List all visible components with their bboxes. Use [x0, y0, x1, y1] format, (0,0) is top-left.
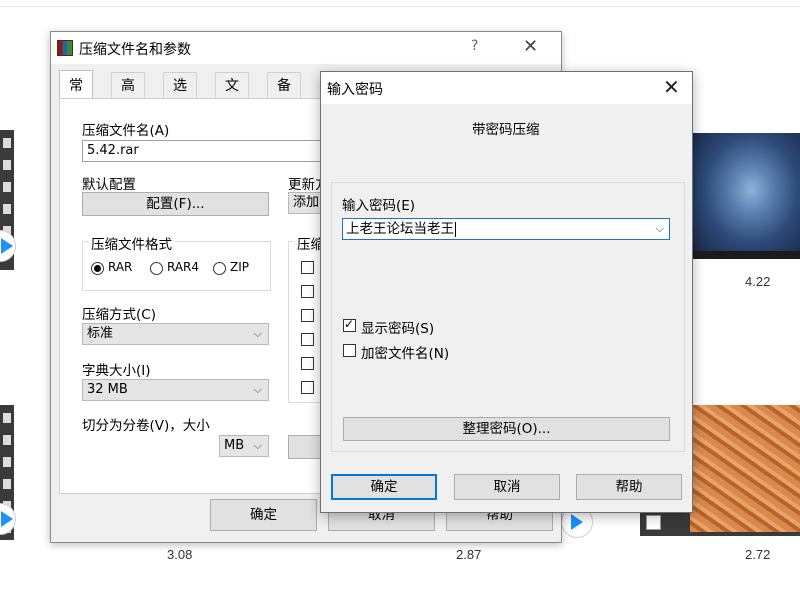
dialog-titlebar[interactable]: 压缩文件名和参数 ? ✕: [51, 32, 561, 64]
dictionary-size-select[interactable]: 32 MB ⌵: [82, 379, 269, 401]
default-profile-label: 默认配置: [82, 177, 136, 193]
format-rar4-label: RAR4: [167, 260, 200, 274]
option-checkbox-3[interactable]: [301, 309, 314, 322]
chevron-down-icon: ⌵: [253, 439, 262, 452]
show-password-label: 显示密码(S): [361, 321, 435, 337]
option-checkbox-4[interactable]: [301, 333, 314, 346]
split-volumes-label: 切分为分卷(V)，大小: [82, 418, 210, 434]
password-dialog-titlebar[interactable]: 输入密码 ✕: [321, 72, 692, 104]
thumbnail-label-2-87: 2.87: [456, 547, 482, 562]
help-icon[interactable]: ?: [471, 38, 478, 54]
organize-passwords-button[interactable]: 整理密码(O)...: [343, 417, 670, 441]
main-ok-button[interactable]: 确定: [210, 499, 317, 531]
tab-advanced[interactable]: 高级: [111, 72, 145, 120]
encrypt-file-names-label: 加密文件名(N): [361, 346, 450, 362]
format-zip-radio[interactable]: [213, 262, 226, 275]
video-thumbnail-2-72[interactable]: [690, 405, 800, 532]
thumbnail-label-3-08: 3.08: [167, 547, 193, 562]
password-cancel-button[interactable]: 取消: [454, 474, 560, 500]
format-rar-label: RAR: [108, 260, 133, 274]
password-help-button[interactable]: 帮助: [576, 474, 682, 500]
format-rar-radio[interactable]: [91, 262, 104, 275]
password-ok-button[interactable]: 确定: [331, 474, 437, 500]
enter-password-dialog: 输入密码 ✕ 带密码压缩 输入密码(E) 上老王论坛当老王 ⌵ 显示密码(S) …: [320, 71, 693, 513]
compression-method-value: 标准: [87, 326, 114, 341]
tab-backup[interactable]: 备份: [267, 72, 301, 120]
show-password-checkbox[interactable]: [343, 317, 356, 332]
split-unit-select[interactable]: MB ⌵: [219, 435, 269, 457]
video-thumbnail-4-22[interactable]: [692, 133, 800, 259]
format-rar4-radio[interactable]: [150, 262, 163, 275]
password-dialog-heading: 带密码压缩: [472, 122, 540, 138]
split-unit-value: MB: [224, 438, 245, 453]
profiles-button[interactable]: 配置(F)...: [82, 192, 269, 216]
winrar-app-icon: [57, 40, 73, 56]
compression-method-select[interactable]: 标准 ⌵: [82, 323, 269, 345]
option-checkbox-6[interactable]: [301, 381, 314, 394]
option-checkbox-1[interactable]: [301, 261, 314, 274]
tab-options[interactable]: 选项: [163, 72, 197, 120]
explorer-top-divider: [0, 6, 800, 7]
dictionary-size-value: 32 MB: [87, 382, 128, 397]
dialog-title: 压缩文件名和参数: [79, 42, 191, 58]
close-icon[interactable]: ✕: [523, 36, 538, 57]
dictionary-size-label: 字典大小(I): [82, 363, 151, 379]
password-dialog-title: 输入密码: [327, 82, 383, 98]
thumbnail-label-2-72: 2.72: [745, 547, 771, 562]
tab-general[interactable]: 常规: [59, 70, 93, 124]
password-label: 输入密码(E): [342, 198, 416, 214]
tab-files[interactable]: 文件: [215, 72, 249, 120]
archive-name-label: 压缩文件名(A): [82, 123, 170, 139]
thumbnail-frame-bar: [692, 251, 800, 259]
chevron-down-icon[interactable]: ⌵: [656, 219, 664, 239]
option-checkbox-2[interactable]: [301, 285, 314, 298]
format-zip-label: ZIP: [230, 260, 249, 274]
chevron-down-icon: ⌵: [253, 327, 262, 340]
close-icon[interactable]: ✕: [663, 75, 680, 99]
text-caret: [455, 221, 456, 237]
thumbnail-select-checkbox[interactable]: [646, 515, 661, 530]
compression-method-label: 压缩方式(C): [82, 307, 156, 323]
password-input[interactable]: 上老王论坛当老王 ⌵: [342, 218, 670, 240]
option-checkbox-5[interactable]: [301, 357, 314, 370]
thumbnail-label-4-22: 4.22: [745, 274, 771, 289]
chevron-down-icon: ⌵: [253, 383, 262, 396]
password-value: 上老王论坛当老王: [346, 221, 454, 237]
archive-format-group-title: 压缩文件格式: [88, 233, 175, 253]
encrypt-file-names-checkbox[interactable]: [343, 344, 356, 357]
